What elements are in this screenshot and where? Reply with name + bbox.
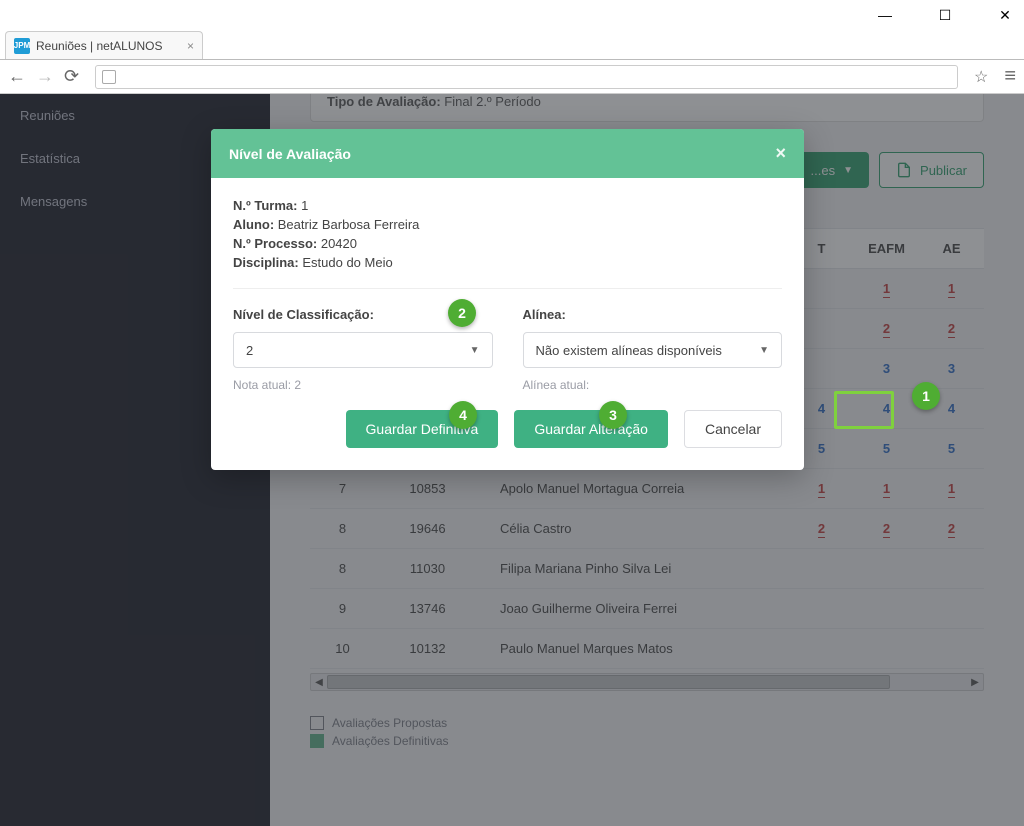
callout-3: 3 — [599, 401, 627, 429]
alinea-label: Alínea: — [523, 307, 783, 322]
grade-level-modal: Nível de Avaliação × N.º Turma: 1 Aluno: … — [211, 129, 804, 470]
bookmark-star-icon[interactable]: ☆ — [974, 67, 988, 87]
callout-1: 1 — [912, 382, 940, 410]
meta-value: Beatriz Barbosa Ferreira — [278, 217, 420, 232]
meta-value: 20420 — [321, 236, 357, 251]
level-select[interactable]: 2 ▼ — [233, 332, 493, 368]
modal-meta-line: Aluno: Beatriz Barbosa Ferreira — [233, 217, 782, 232]
modal-meta-line: N.º Turma: 1 — [233, 198, 782, 213]
browser-menu-icon[interactable]: ≡ — [1004, 65, 1016, 88]
tab-close-button[interactable]: × — [187, 39, 194, 53]
modal-meta-line: N.º Processo: 20420 — [233, 236, 782, 251]
modal-title: Nível de Avaliação — [229, 146, 351, 162]
browser-nav-bar: ← → ⟳ ☆ ≡ — [0, 60, 1024, 94]
browser-tab[interactable]: JPM Reuniões | netALUNOS × — [5, 31, 203, 59]
modal-close-button[interactable]: × — [775, 143, 786, 164]
modal-form-row: Nível de Classificação: 2 ▼ Nota atual: … — [233, 307, 782, 392]
page-content: Reuniões Estatística Mensagens Tipo de A… — [0, 94, 1024, 826]
caret-down-icon: ▼ — [470, 345, 480, 356]
tab-favicon: JPM — [14, 38, 30, 54]
alinea-select[interactable]: Não existem alíneas disponíveis ▼ — [523, 332, 783, 368]
meta-label: N.º Turma: — [233, 198, 301, 213]
modal-body: N.º Turma: 1 Aluno: Beatriz Barbosa Ferre… — [211, 178, 804, 392]
meta-label: N.º Processo: — [233, 236, 321, 251]
browser-tab-bar: JPM Reuniões | netALUNOS × — [0, 30, 1024, 60]
page-icon — [102, 70, 116, 84]
modal-header: Nível de Avaliação × — [211, 129, 804, 178]
caret-down-icon: ▼ — [759, 345, 769, 356]
tab-title: Reuniões | netALUNOS — [36, 39, 183, 53]
meta-label: Aluno: — [233, 217, 278, 232]
window-chrome: — ☐ ✕ — [0, 0, 1024, 30]
nav-forward-icon[interactable]: → — [36, 66, 54, 87]
callout-4: 4 — [449, 401, 477, 429]
save-change-button[interactable]: Guardar Alteração — [514, 410, 668, 448]
alinea-field-group: Alínea: Não existem alíneas disponíveis … — [523, 307, 783, 392]
url-bar[interactable] — [95, 65, 958, 89]
level-hint: Nota atual: 2 — [233, 378, 493, 392]
alinea-select-value: Não existem alíneas disponíveis — [536, 343, 722, 358]
level-select-value: 2 — [246, 343, 253, 358]
meta-label: Disciplina: — [233, 255, 302, 270]
meta-value: 1 — [301, 198, 308, 213]
modal-meta-line: Disciplina: Estudo do Meio — [233, 255, 782, 270]
window-close-button[interactable]: ✕ — [990, 7, 1020, 24]
callout-2: 2 — [448, 299, 476, 327]
window-minimize-button[interactable]: — — [870, 7, 900, 23]
modal-divider — [233, 288, 782, 289]
alinea-hint: Alínea atual: — [523, 378, 783, 392]
highlighted-cell-outline — [834, 391, 894, 429]
meta-value: Estudo do Meio — [302, 255, 392, 270]
modal-footer: Guardar Definitiva Guardar Alteração Can… — [211, 392, 804, 470]
cancel-button[interactable]: Cancelar — [684, 410, 782, 448]
nav-back-icon[interactable]: ← — [8, 66, 26, 87]
nav-reload-icon[interactable]: ⟳ — [64, 66, 79, 87]
window-maximize-button[interactable]: ☐ — [930, 7, 960, 24]
